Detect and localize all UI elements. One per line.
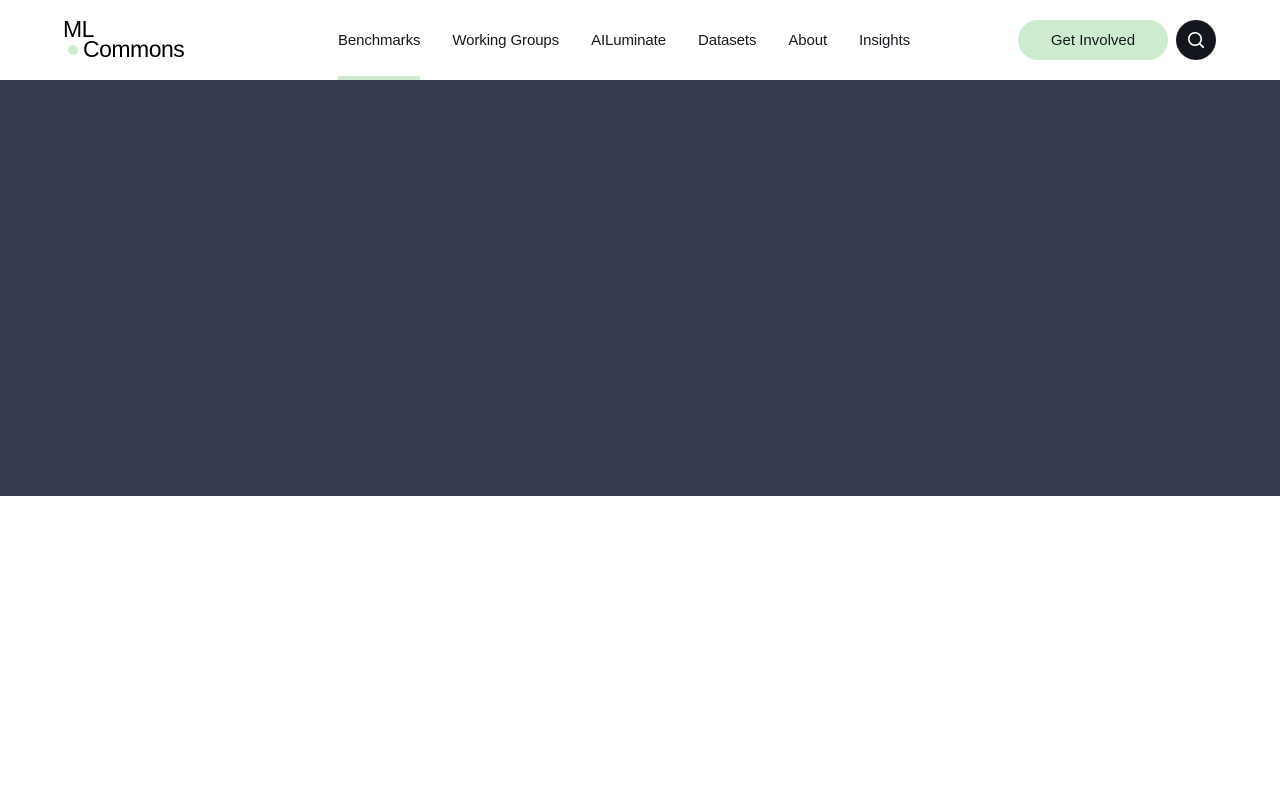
nav-item-datasets[interactable]: Datasets [698, 0, 757, 80]
hero-banner [0, 80, 1280, 496]
logo-dot [68, 45, 78, 55]
page-content [0, 496, 1280, 800]
search-icon [1186, 30, 1206, 50]
nav-item-insights[interactable]: Insights [859, 0, 910, 80]
main-nav: Benchmarks Working Groups AILuminate Dat… [338, 0, 910, 80]
logo-text-commons: Commons [83, 36, 185, 62]
nav-item-benchmarks[interactable]: Benchmarks [338, 0, 421, 80]
site-header: ML Commons Benchmarks Working Groups AIL… [0, 0, 1280, 80]
nav-item-ailuminate[interactable]: AILuminate [591, 0, 666, 80]
mlcommons-logo[interactable]: ML Commons [63, 18, 203, 64]
search-button[interactable] [1176, 20, 1216, 60]
nav-item-working-groups[interactable]: Working Groups [452, 0, 559, 80]
get-involved-button[interactable]: Get Involved [1018, 20, 1168, 60]
nav-item-about[interactable]: About [788, 0, 827, 80]
